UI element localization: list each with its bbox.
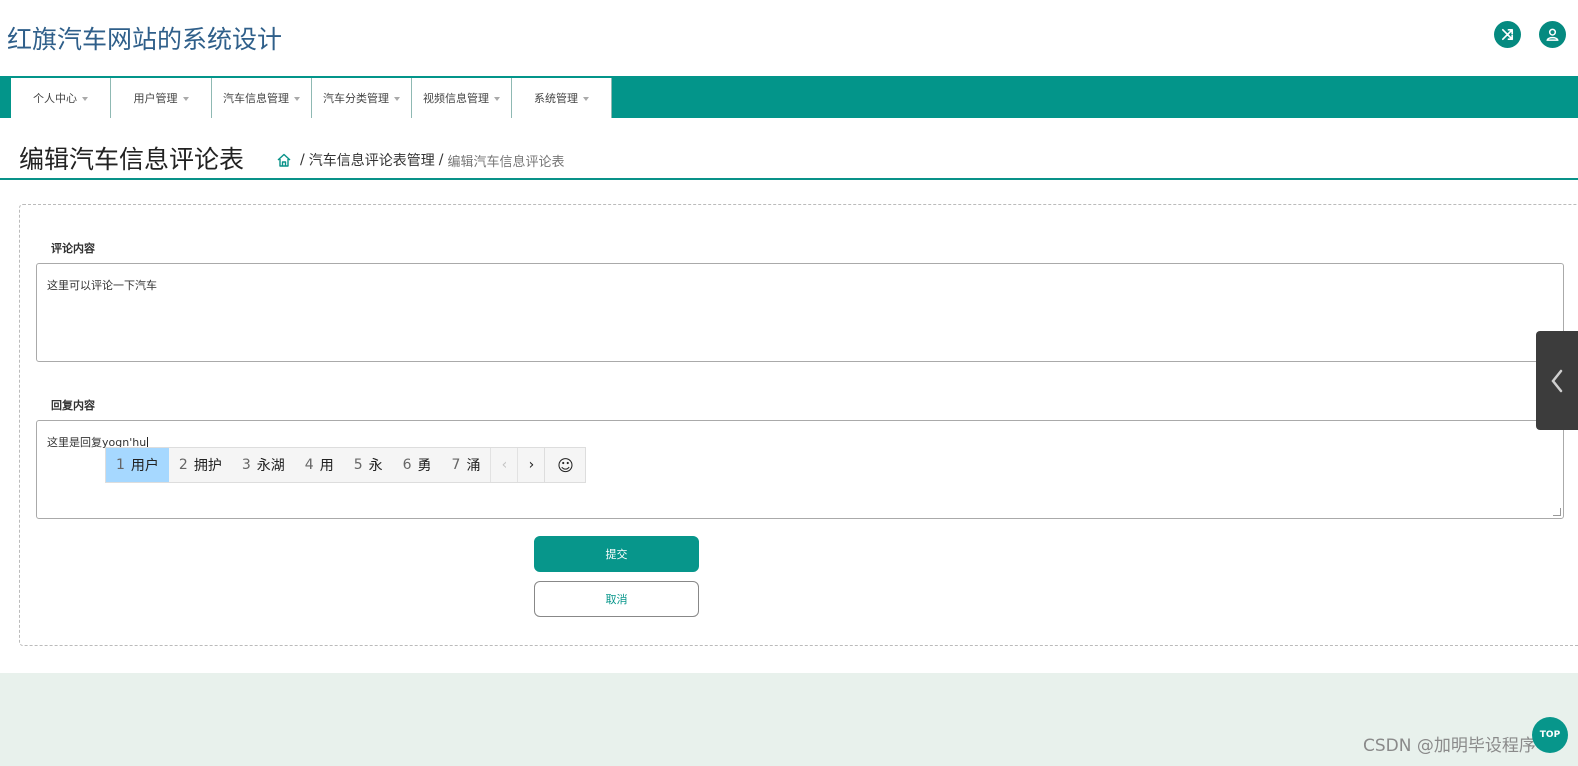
- shuffle-icon: [1501, 28, 1514, 41]
- nav-item-car-info-management[interactable]: 汽车信息管理: [212, 78, 312, 118]
- breadcrumb-separator: /: [438, 152, 444, 168]
- nav-item-car-category-management[interactable]: 汽车分类管理: [312, 78, 412, 118]
- page-header: 编辑汽车信息评论表 / 汽车信息评论表管理 / 编辑汽车信息评论表: [0, 126, 1578, 180]
- ime-candidate[interactable]: 3 永湖: [232, 448, 295, 482]
- caret-down-icon: [494, 96, 500, 101]
- ime-candidate[interactable]: 7涌: [442, 448, 491, 482]
- reply-label: 回复内容: [51, 399, 95, 412]
- nav-items: 个人中心 用户管理 汽车信息管理 汽车分类管理 视频信息管理 系统管理: [11, 78, 612, 118]
- side-panel-toggle[interactable]: [1536, 331, 1578, 430]
- ime-candidate[interactable]: 2 拥护: [169, 448, 232, 482]
- ime-candidate[interactable]: 5永: [344, 448, 393, 482]
- caret-down-icon: [82, 96, 88, 101]
- breadcrumb-separator: /: [300, 152, 305, 168]
- ime-emoji-icon[interactable]: ☺: [544, 448, 585, 482]
- caret-down-icon: [394, 96, 400, 101]
- ime-candidate[interactable]: 6勇: [393, 448, 442, 482]
- breadcrumb: / 汽车信息评论表管理 / 编辑汽车信息评论表: [276, 150, 564, 170]
- site-title: 红旗汽车网站的系统设计: [7, 25, 283, 54]
- user-icon: [1546, 28, 1559, 41]
- ime-candidate-bar: 1 用户 2 拥护 3 永湖 4用 5永 6勇 7涌 ‹ › ☺: [105, 447, 587, 483]
- nav-item-system-management[interactable]: 系统管理: [512, 78, 612, 118]
- watermark: CSDN @加明毕设程序: [1363, 736, 1536, 756]
- nav-item-video-info-management[interactable]: 视频信息管理: [412, 78, 512, 118]
- home-icon[interactable]: [276, 152, 292, 168]
- breadcrumb-parent[interactable]: 汽车信息评论表管理: [309, 150, 435, 170]
- nav-item-label: 用户管理: [133, 92, 178, 105]
- ime-next-page-icon[interactable]: ›: [517, 448, 544, 482]
- caret-down-icon: [583, 96, 589, 101]
- top-bar: 红旗汽车网站的系统设计: [0, 0, 1578, 76]
- main-nav: 个人中心 用户管理 汽车信息管理 汽车分类管理 视频信息管理 系统管理: [0, 76, 1578, 118]
- main-content: 编辑汽车信息评论表 / 汽车信息评论表管理 / 编辑汽车信息评论表 评论内容 这…: [0, 118, 1578, 673]
- nav-item-label: 个人中心: [33, 92, 77, 105]
- cancel-button[interactable]: 取消: [534, 581, 699, 617]
- caret-down-icon: [182, 96, 189, 101]
- page-title: 编辑汽车信息评论表: [19, 145, 245, 174]
- submit-button[interactable]: 提交: [534, 536, 699, 572]
- nav-item-label: 视频信息管理: [423, 92, 489, 105]
- ime-candidate[interactable]: 4用: [295, 448, 344, 482]
- ime-candidate[interactable]: 1 用户: [106, 448, 169, 482]
- nav-item-label: 系统管理: [534, 92, 578, 105]
- comment-text: 这里可以评论一下汽车: [47, 279, 157, 292]
- comment-label: 评论内容: [51, 242, 95, 255]
- back-to-top-button[interactable]: TOP: [1532, 717, 1568, 753]
- nav-item-user-management[interactable]: 用户管理: [111, 78, 212, 118]
- shuffle-button[interactable]: [1494, 21, 1521, 48]
- nav-item-label: 汽车分类管理: [323, 92, 389, 105]
- comment-textarea[interactable]: 这里可以评论一下汽车: [36, 263, 1564, 362]
- resize-grip-icon[interactable]: [1553, 508, 1561, 516]
- ime-prev-page-icon[interactable]: ‹: [490, 448, 517, 482]
- nav-item-personal-center[interactable]: 个人中心: [11, 78, 111, 118]
- user-button[interactable]: [1539, 21, 1566, 48]
- breadcrumb-current: 编辑汽车信息评论表: [447, 154, 565, 170]
- chevron-left-icon: [1551, 369, 1563, 392]
- nav-item-label: 汽车信息管理: [223, 92, 289, 105]
- caret-down-icon: [294, 96, 300, 101]
